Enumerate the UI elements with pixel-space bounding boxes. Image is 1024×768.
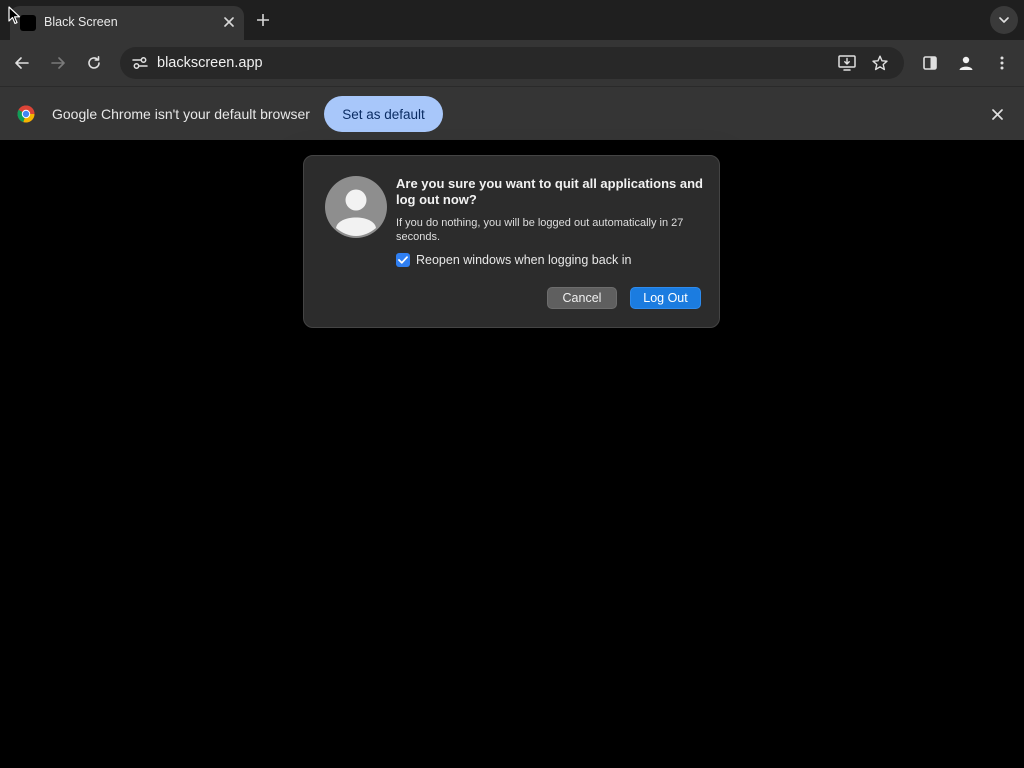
infobar-message: Google Chrome isn't your default browser (52, 106, 310, 122)
reopen-windows-option[interactable]: Reopen windows when logging back in (396, 252, 631, 268)
back-arrow-icon[interactable] (8, 49, 36, 77)
tab-strip: Black Screen (0, 0, 1024, 40)
reopen-windows-label[interactable]: Reopen windows when logging back in (416, 252, 631, 268)
tab-title: Black Screen (44, 15, 118, 29)
cancel-button[interactable]: Cancel (547, 287, 617, 309)
log-out-button[interactable]: Log Out (630, 287, 701, 309)
install-app-icon[interactable] (835, 51, 859, 75)
infobar-close-icon[interactable] (986, 103, 1008, 125)
chrome-logo-icon (17, 105, 35, 123)
tab-black-screen[interactable]: Black Screen (10, 6, 244, 40)
dialog-title: Are you sure you want to quit all applic… (396, 176, 703, 207)
set-as-default-button[interactable]: Set as default (324, 96, 443, 132)
forward-arrow-icon[interactable] (44, 49, 72, 77)
tab-close-icon[interactable] (218, 11, 240, 33)
reload-icon[interactable] (80, 49, 108, 77)
dialog-message: If you do nothing, you will be logged ou… (396, 217, 684, 243)
bookmark-star-icon[interactable] (868, 51, 892, 75)
tab-search-chevron-icon[interactable] (990, 6, 1018, 34)
reopen-windows-checkbox[interactable] (396, 253, 410, 267)
side-panel-icon[interactable] (916, 49, 944, 77)
user-avatar-icon (325, 176, 387, 238)
new-tab-plus-icon[interactable] (252, 9, 274, 31)
default-browser-infobar: Google Chrome isn't your default browser… (0, 86, 1024, 140)
more-menu-icon[interactable] (988, 49, 1016, 77)
url-text[interactable]: blackscreen.app (157, 54, 263, 72)
logout-dialog: Are you sure you want to quit all applic… (303, 155, 720, 328)
address-bar[interactable]: blackscreen.app (120, 47, 904, 79)
profile-icon[interactable] (952, 49, 980, 77)
mouse-cursor-icon (8, 6, 22, 26)
browser-toolbar: blackscreen.app (0, 40, 1024, 86)
tab-favicon (20, 15, 36, 31)
site-settings-icon[interactable] (128, 51, 152, 75)
